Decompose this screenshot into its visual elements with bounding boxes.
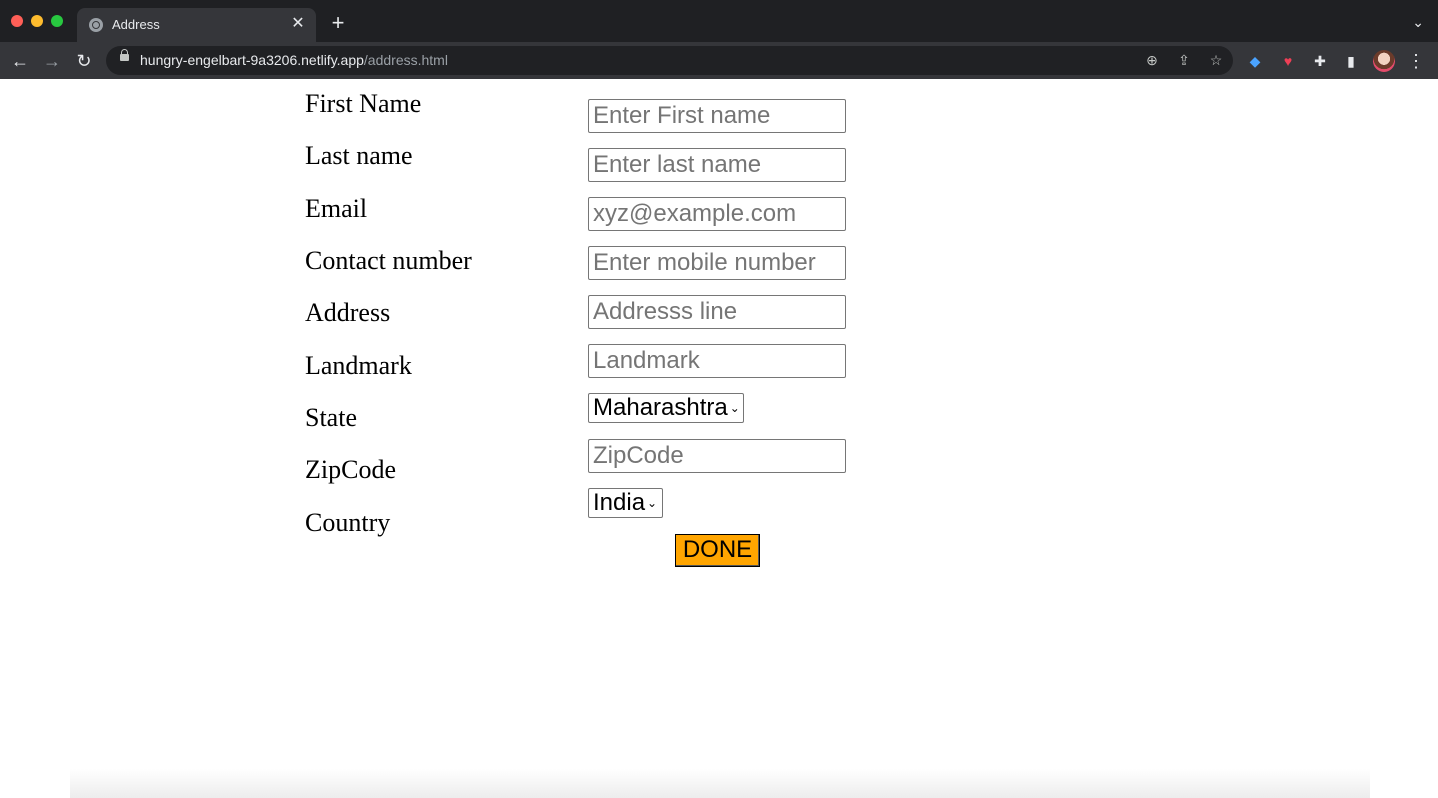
address-label: Address (305, 298, 391, 327)
state-select[interactable]: Maharashtra ⌄ (588, 393, 744, 423)
bookmark-star-icon[interactable]: ☆ (1207, 51, 1225, 69)
url-path: /address.html (363, 52, 448, 68)
profile-avatar[interactable] (1373, 50, 1395, 72)
close-window-icon[interactable] (11, 15, 23, 27)
tab-address[interactable]: Address ✕ (77, 8, 316, 42)
state-label: State (305, 403, 357, 432)
address-bar[interactable]: hungry-engelbart-9a3206.netlify.app/addr… (106, 46, 1233, 75)
country-select[interactable]: India ⌄ (588, 488, 663, 518)
zipcode-label: ZipCode (305, 455, 396, 484)
maximize-window-icon[interactable] (51, 15, 63, 27)
chevron-down-icon: ⌄ (729, 401, 740, 415)
tab-title: Address (112, 17, 160, 32)
email-input[interactable] (588, 197, 846, 231)
done-button[interactable]: DONE (675, 534, 760, 567)
close-tab-icon[interactable]: ✕ (289, 15, 307, 33)
minimize-window-icon[interactable] (31, 15, 43, 27)
country-value: India (593, 489, 646, 516)
tab-strip: Address ✕ + ⌄ (0, 0, 1438, 42)
last-name-label: Last name (305, 141, 413, 170)
browser-chrome: Address ✕ + ⌄ ← → ↻ hungry-engelbart-9a3… (0, 0, 1438, 79)
pocket-extension-icon[interactable]: ♥ (1277, 50, 1299, 72)
back-icon[interactable]: ← (8, 49, 32, 73)
url-host: hungry-engelbart-9a3206.netlify.app (140, 52, 364, 68)
landmark-label: Landmark (305, 351, 412, 380)
contact-number-input[interactable] (588, 246, 846, 280)
zipcode-input[interactable] (588, 439, 846, 473)
zoom-icon[interactable]: ⊕ (1143, 51, 1161, 69)
new-tab-icon[interactable]: + (327, 12, 349, 34)
lock-icon[interactable] (120, 49, 129, 61)
extensions-puzzle-icon[interactable]: ✚ (1309, 50, 1331, 72)
landmark-input[interactable] (588, 344, 846, 378)
state-value: Maharashtra (593, 394, 728, 421)
share-icon[interactable]: ⇪ (1175, 51, 1193, 69)
contact-number-label: Contact number (305, 246, 472, 275)
address-input[interactable] (588, 295, 846, 329)
country-label: Country (305, 508, 391, 537)
side-panel-icon[interactable]: ▮ (1340, 50, 1362, 72)
email-label: Email (305, 194, 368, 223)
chevron-down-icon[interactable]: ⌄ (1412, 14, 1424, 31)
reload-icon[interactable]: ↻ (72, 49, 96, 73)
more-menu-icon[interactable]: ⋮ (1406, 50, 1426, 72)
gem-extension-icon[interactable]: ◆ (1244, 50, 1266, 72)
forward-icon[interactable]: → (40, 49, 64, 73)
first-name-input[interactable] (588, 99, 846, 133)
browser-toolbar: ← → ↻ hungry-engelbart-9a3206.netlify.ap… (0, 42, 1438, 79)
chevron-down-icon: ⌄ (647, 496, 658, 510)
last-name-input[interactable] (588, 148, 846, 182)
url-text: hungry-engelbart-9a3206.netlify.app/addr… (140, 52, 448, 68)
globe-icon (89, 18, 103, 32)
page-content: First Name Last name Email Contact numbe… (0, 79, 1438, 798)
bottom-shadow (70, 769, 1370, 798)
first-name-label: First Name (305, 89, 422, 118)
